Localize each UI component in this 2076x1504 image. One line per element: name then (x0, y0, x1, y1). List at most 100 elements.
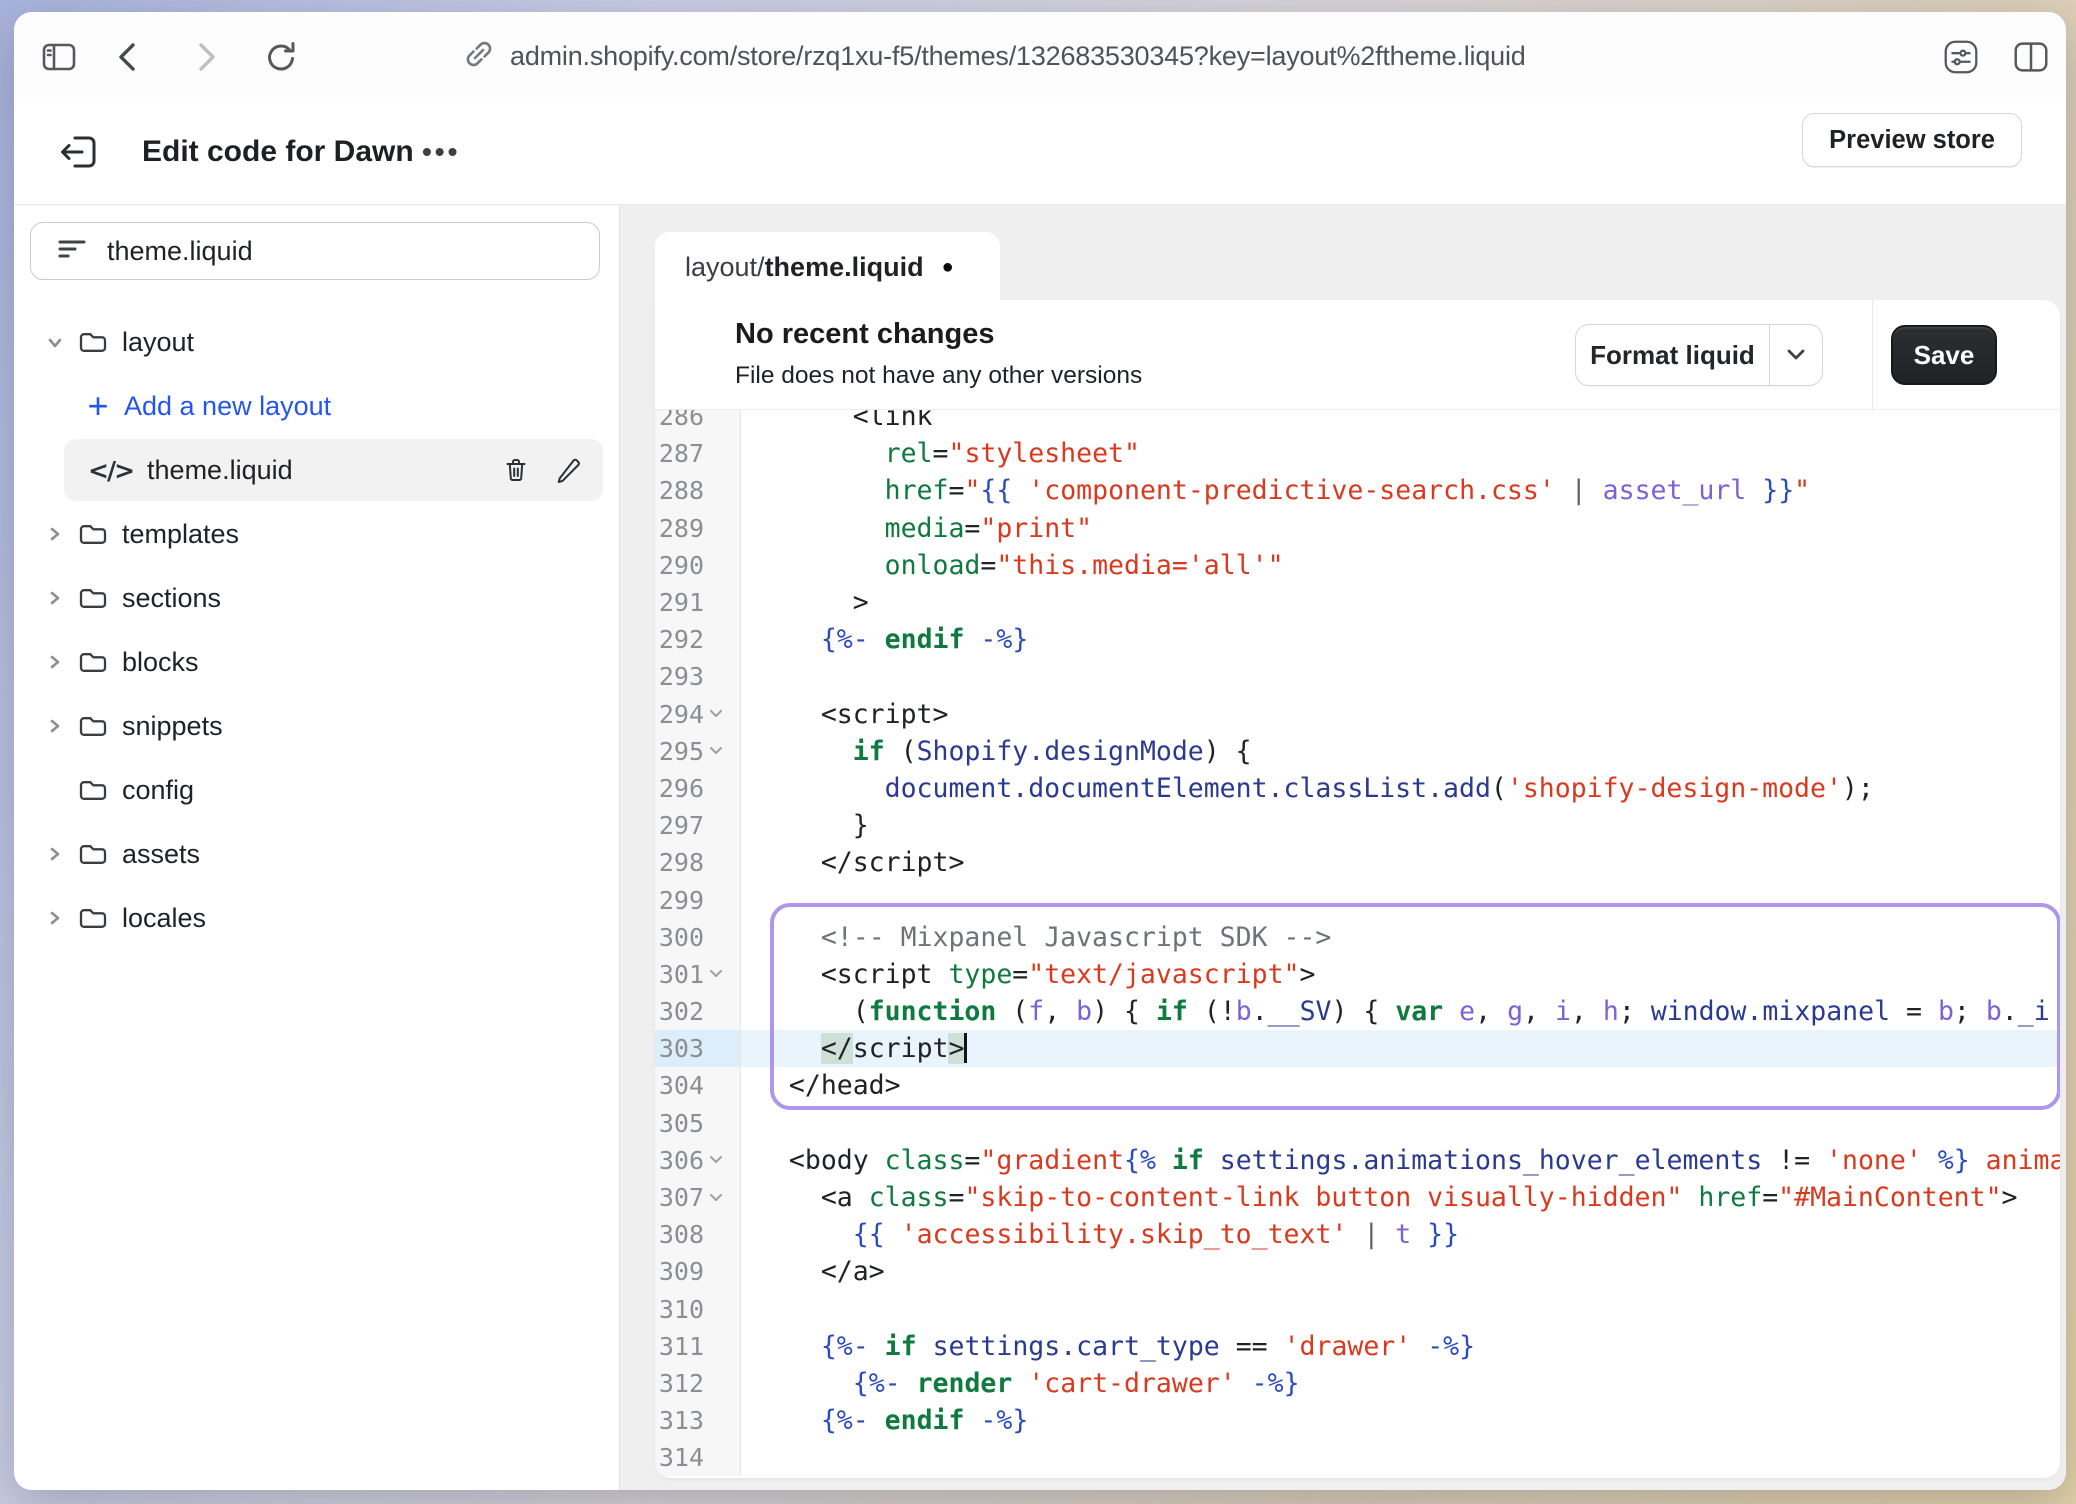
format-liquid-button[interactable]: Format liquid (1575, 324, 1823, 386)
tab-theme-liquid[interactable]: layout/theme.liquid ● (655, 232, 1000, 302)
chevron-right-icon[interactable] (44, 653, 66, 671)
address-bar-url[interactable]: admin.shopify.com/store/rzq1xu-f5/themes… (510, 41, 1526, 72)
fold-chevron-icon[interactable] (706, 746, 726, 756)
code-text[interactable]: <a class="skip-to-content-link button vi… (741, 1179, 2060, 1216)
chevron-right-icon[interactable] (44, 589, 66, 607)
fold-chevron-icon[interactable] (706, 1193, 726, 1203)
sidebar-folder-snippets[interactable]: snippets (14, 694, 619, 758)
code-line[interactable]: 290 onload="this.media='all'" (655, 547, 2060, 584)
code-text[interactable]: <body class="gradient{% if settings.anim… (741, 1142, 2060, 1179)
selected-file-row[interactable]: </>theme.liquid (64, 439, 603, 501)
code-text[interactable]: } (741, 807, 2060, 844)
code-text[interactable]: document.documentElement.classList.add('… (741, 770, 2060, 807)
code-text[interactable]: {%- if settings.cart_type == 'drawer' -%… (741, 1328, 2060, 1365)
code-line[interactable]: 308 {{ 'accessibility.skip_to_text' | t … (655, 1216, 2060, 1253)
back-icon[interactable] (108, 36, 150, 78)
code-text[interactable]: {%- endif -%} (741, 1402, 2060, 1439)
rename-icon[interactable] (553, 455, 583, 485)
code-line[interactable]: 294 <script> (655, 696, 2060, 733)
sidebar-folder-locales[interactable]: locales (14, 886, 619, 950)
code-text[interactable]: <script type="text/javascript"> (741, 956, 2060, 993)
code-line[interactable]: 300 <!-- Mixpanel Javascript SDK --> (655, 919, 2060, 956)
code-lines[interactable]: 286 <link287 rel="stylesheet"288 href="{… (655, 410, 2060, 1478)
code-line[interactable]: 295 if (Shopify.designMode) { (655, 733, 2060, 770)
chevron-down-icon[interactable] (1769, 325, 1822, 385)
forward-icon[interactable] (184, 36, 226, 78)
chevron-right-icon[interactable] (44, 717, 66, 735)
code-text[interactable] (741, 881, 2060, 918)
code-line[interactable]: 301 <script type="text/javascript"> (655, 956, 2060, 993)
code-line[interactable]: 296 document.documentElement.classList.a… (655, 770, 2060, 807)
chevron-right-icon[interactable] (44, 909, 66, 927)
page-settings-icon[interactable] (1940, 36, 1982, 78)
chevron-right-icon[interactable] (44, 525, 66, 543)
more-actions-icon[interactable]: ••• (422, 100, 460, 204)
code-text[interactable]: </a> (741, 1253, 2060, 1290)
split-view-icon[interactable] (2010, 36, 2052, 78)
code-line[interactable]: 302 (function (f, b) { if (!b.__SV) { va… (655, 993, 2060, 1030)
delete-icon[interactable] (501, 455, 531, 485)
code-line[interactable]: 289 media="print" (655, 510, 2060, 547)
code-text[interactable]: </script> (741, 844, 2060, 881)
sidebar-folder-assets[interactable]: assets (14, 822, 619, 886)
code-line[interactable]: 288 href="{{ 'component-predictive-searc… (655, 472, 2060, 509)
reload-icon[interactable] (260, 36, 302, 78)
code-text[interactable]: media="print" (741, 510, 2060, 547)
code-line[interactable]: 310 (655, 1291, 2060, 1328)
code-text[interactable]: {%- endif -%} (741, 621, 2060, 658)
code-text[interactable]: (function (f, b) { if (!b.__SV) { var e,… (741, 993, 2060, 1030)
code-line[interactable]: 307 <a class="skip-to-content-link butto… (655, 1179, 2060, 1216)
code-text[interactable] (741, 1105, 2060, 1142)
sidebar-toggle-icon[interactable] (38, 36, 80, 78)
code-text[interactable] (741, 1291, 2060, 1328)
sidebar-folder-sections[interactable]: sections (14, 566, 619, 630)
code-line[interactable]: 312 {%- render 'cart-drawer' -%} (655, 1365, 2060, 1402)
fold-chevron-icon[interactable] (706, 969, 726, 979)
fold-chevron-icon[interactable] (706, 709, 726, 719)
code-line[interactable]: 293 (655, 658, 2060, 695)
code-line[interactable]: 313 {%- endif -%} (655, 1402, 2060, 1439)
code-text[interactable]: <script> (741, 696, 2060, 733)
exit-editor-icon[interactable] (55, 129, 101, 175)
sidebar-file-theme-liquid[interactable]: </>theme.liquid (14, 438, 619, 502)
code-line[interactable]: 309 </a> (655, 1253, 2060, 1290)
save-button[interactable]: Save (1891, 325, 1997, 385)
code-text[interactable]: <!-- Mixpanel Javascript SDK --> (741, 919, 2060, 956)
code-line[interactable]: 306 <body class="gradient{% if settings.… (655, 1142, 2060, 1179)
code-line[interactable]: 311 {%- if settings.cart_type == 'drawer… (655, 1328, 2060, 1365)
sidebar-folder-config[interactable]: config (14, 758, 619, 822)
code-text[interactable]: {{ 'accessibility.skip_to_text' | t }} (741, 1216, 2060, 1253)
preview-store-button[interactable]: Preview store (1802, 113, 2022, 167)
code-text[interactable] (741, 1439, 2060, 1476)
code-text[interactable]: </script> (741, 1030, 2060, 1067)
sidebar-folder-blocks[interactable]: blocks (14, 630, 619, 694)
code-text[interactable]: </head> (741, 1067, 2060, 1104)
code-text[interactable] (741, 658, 2060, 695)
search-input[interactable] (107, 236, 599, 267)
code-text[interactable]: href="{{ 'component-predictive-search.cs… (741, 472, 2060, 509)
code-line[interactable]: 287 rel="stylesheet" (655, 435, 2060, 472)
code-text[interactable]: rel="stylesheet" (741, 435, 2060, 472)
code-line[interactable]: 286 <link (655, 410, 2060, 435)
code-text[interactable]: <link (741, 410, 2060, 435)
code-line[interactable]: 303 </script> (655, 1030, 2060, 1067)
file-search-box[interactable] (30, 222, 600, 280)
code-line[interactable]: 292 {%- endif -%} (655, 621, 2060, 658)
code-line[interactable]: 298 </script> (655, 844, 2060, 881)
code-line[interactable]: 297 } (655, 807, 2060, 844)
code-text[interactable]: if (Shopify.designMode) { (741, 733, 2060, 770)
fold-chevron-icon[interactable] (706, 1155, 726, 1165)
sidebar-folder-templates[interactable]: templates (14, 502, 619, 566)
code-line[interactable]: 304 </head> (655, 1067, 2060, 1104)
code-line[interactable]: 314 (655, 1439, 2060, 1476)
chevron-right-icon[interactable] (44, 845, 66, 863)
add-layout-button[interactable]: +Add a new layout (14, 374, 619, 438)
code-line[interactable]: 291 > (655, 584, 2060, 621)
code-line[interactable]: 299 (655, 881, 2060, 918)
code-text[interactable]: onload="this.media='all'" (741, 547, 2060, 584)
sidebar-folder-layout[interactable]: layout (14, 310, 619, 374)
code-text[interactable]: {%- render 'cart-drawer' -%} (741, 1365, 2060, 1402)
code-line[interactable]: 305 (655, 1105, 2060, 1142)
code-text[interactable]: > (741, 584, 2060, 621)
chevron-down-icon[interactable] (44, 333, 66, 351)
